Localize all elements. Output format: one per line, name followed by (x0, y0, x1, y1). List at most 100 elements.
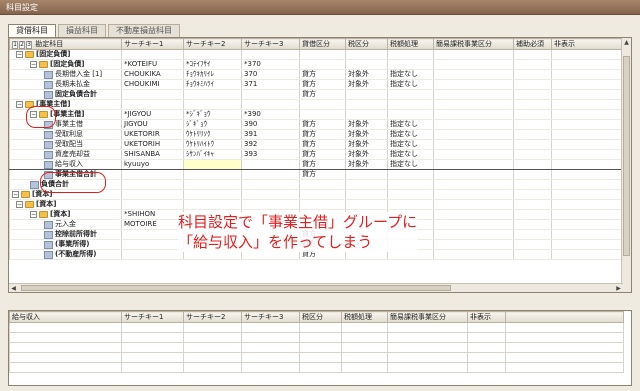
detail-row[interactable] (9, 332, 624, 343)
detail-cell[interactable] (341, 352, 388, 363)
detail-cell[interactable] (121, 342, 184, 353)
cell-hidden[interactable] (551, 149, 624, 160)
detail-cell[interactable] (387, 332, 468, 343)
cell-debit-credit[interactable] (299, 59, 346, 70)
vertical-scrollbar[interactable]: ▲ (621, 38, 631, 292)
detail-cell[interactable] (505, 362, 624, 373)
detail-row[interactable] (9, 322, 624, 333)
cell-search-key-1[interactable]: kyuuyo (121, 159, 184, 170)
cell-tax-category[interactable]: 対象外 (345, 69, 388, 80)
collapse-toggle-icon[interactable]: − (30, 61, 37, 68)
cell-tax-category[interactable] (345, 49, 388, 60)
cell-aux-required[interactable] (513, 239, 552, 250)
cell-hidden[interactable] (551, 69, 624, 80)
horizontal-scroll-thumb[interactable] (21, 285, 451, 291)
header-aux-required[interactable]: 補助必須 (513, 38, 552, 50)
cell-account-name[interactable]: 受取配当 (9, 139, 122, 150)
detail-cell[interactable] (183, 322, 242, 333)
cell-search-key-3[interactable]: *390 (241, 109, 300, 120)
cell-tax-category[interactable] (345, 109, 388, 120)
cell-simple-tax-class[interactable] (433, 89, 514, 100)
cell-aux-required[interactable] (513, 69, 552, 80)
cell-hidden[interactable] (551, 129, 624, 140)
cell-tax-category[interactable]: 対象外 (345, 139, 388, 150)
header-search-key-1[interactable]: サーチキー1 (121, 38, 184, 50)
detail-cell[interactable] (299, 342, 342, 353)
cell-simple-tax-class[interactable] (433, 249, 514, 260)
header-hidden[interactable]: 非表示 (551, 38, 624, 50)
detail-cell[interactable] (505, 342, 624, 353)
cell-account-name[interactable]: 長期借入金 [1] (9, 69, 122, 80)
detail-cell[interactable] (121, 322, 184, 333)
table-row[interactable]: − [固定負債] (9, 49, 624, 60)
cell-search-key-2[interactable] (183, 159, 242, 170)
cell-tax-category[interactable] (345, 89, 388, 100)
cell-tax-category[interactable]: 対象外 (345, 79, 388, 90)
detail-cell[interactable] (387, 342, 468, 353)
cell-hidden[interactable] (551, 239, 624, 250)
cell-aux-required[interactable] (513, 109, 552, 120)
cell-hidden[interactable] (551, 79, 624, 90)
cell-tax-category[interactable] (345, 169, 388, 180)
cell-tax-category[interactable]: 対象外 (345, 159, 388, 170)
cell-search-key-1[interactable] (121, 199, 184, 210)
cell-debit-credit[interactable]: 貸方 (299, 129, 346, 140)
table-row[interactable]: 固定負債合計 貸方 (9, 89, 624, 100)
cell-tax-processing[interactable] (387, 89, 434, 100)
cell-tax-category[interactable] (345, 99, 388, 110)
cell-debit-credit[interactable] (299, 49, 346, 60)
header-debit-credit[interactable]: 貸借区分 (299, 38, 346, 50)
detail-cell[interactable] (241, 352, 300, 363)
cell-hidden[interactable] (551, 59, 624, 70)
cell-search-key-1[interactable]: MOTOIRE (121, 219, 184, 230)
cell-aux-required[interactable] (513, 119, 552, 130)
header-search-key-2[interactable]: サーチキー2 (183, 38, 242, 50)
cell-tax-processing[interactable]: 指定なし (387, 79, 434, 90)
cell-tax-processing[interactable]: 指定なし (387, 149, 434, 160)
detail-cell[interactable] (9, 362, 122, 373)
cell-aux-required[interactable] (513, 179, 552, 190)
horizontal-scrollbar[interactable]: ◀ ▶ (9, 283, 623, 292)
cell-tax-processing[interactable]: 指定なし (387, 69, 434, 80)
scroll-left-arrow-icon[interactable]: ◀ (9, 284, 18, 292)
cell-debit-credit[interactable]: 貸方 (299, 69, 346, 80)
cell-hidden[interactable] (551, 109, 624, 120)
table-row[interactable]: 事業主借 JIGYOU ｼﾞｷﾞｮｳ 390 貸方 対象外 指定なし (9, 119, 624, 130)
detail-row[interactable] (9, 352, 624, 363)
cell-simple-tax-class[interactable] (433, 159, 514, 170)
cell-aux-required[interactable] (513, 249, 552, 260)
cell-aux-required[interactable] (513, 79, 552, 90)
detail-cell[interactable] (387, 362, 468, 373)
cell-aux-required[interactable] (513, 89, 552, 100)
cell-search-key-1[interactable]: CHOUKIMI (121, 79, 184, 90)
cell-search-key-1[interactable] (121, 49, 184, 60)
cell-search-key-2[interactable] (183, 189, 242, 200)
table-row[interactable]: 資産売却益 SHISANBA ｼｻﾝﾊﾞｲｷｬ 393 貸方 対象外 指定なし (9, 149, 624, 160)
cell-search-key-3[interactable] (241, 199, 300, 210)
detail-cell[interactable] (341, 362, 388, 373)
cell-debit-credit[interactable]: 貸方 (299, 139, 346, 150)
cell-debit-credit[interactable] (299, 179, 346, 190)
detail-cell[interactable] (467, 322, 506, 333)
cell-simple-tax-class[interactable] (433, 179, 514, 190)
cell-tax-category[interactable]: 対象外 (345, 129, 388, 140)
detail-row[interactable] (9, 362, 624, 373)
detail-cell[interactable] (341, 322, 388, 333)
tab-pl-accounts[interactable]: 損益科目 (58, 24, 106, 37)
cell-search-key-1[interactable]: CHOUKIKA (121, 69, 184, 80)
detail-cell[interactable] (9, 322, 122, 333)
cell-hidden[interactable] (551, 189, 624, 200)
cell-simple-tax-class[interactable] (433, 69, 514, 80)
cell-hidden[interactable] (551, 99, 624, 110)
detail-cell[interactable] (183, 362, 242, 373)
cell-aux-required[interactable] (513, 189, 552, 200)
detail-cell[interactable] (467, 362, 506, 373)
cell-hidden[interactable] (551, 249, 624, 260)
cell-debit-credit[interactable] (299, 199, 346, 210)
cell-debit-credit[interactable]: 貸方 (299, 159, 346, 170)
cell-simple-tax-class[interactable] (433, 139, 514, 150)
cell-search-key-3[interactable]: 393 (241, 149, 300, 160)
detail-cell[interactable] (299, 332, 342, 343)
collapse-toggle-icon[interactable]: − (16, 51, 23, 58)
cell-tax-processing[interactable]: 指定なし (387, 159, 434, 170)
